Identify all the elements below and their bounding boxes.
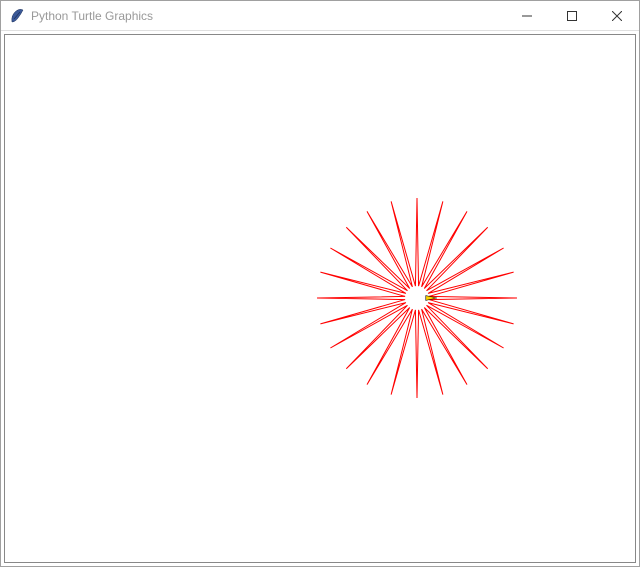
star-path: [317, 198, 517, 398]
turtle-canvas-area: [4, 34, 636, 563]
window-title: Python Turtle Graphics: [31, 9, 504, 23]
maximize-icon: [567, 11, 577, 21]
close-button[interactable]: [594, 1, 639, 30]
maximize-button[interactable]: [549, 1, 594, 30]
minimize-button[interactable]: [504, 1, 549, 30]
turtle-feather-icon: [9, 8, 25, 24]
close-icon: [612, 11, 622, 21]
turtle-drawing: [5, 35, 635, 563]
minimize-icon: [522, 11, 532, 21]
app-window: Python Turtle Graphics: [0, 0, 640, 567]
window-controls: [504, 1, 639, 30]
titlebar[interactable]: Python Turtle Graphics: [1, 1, 639, 31]
